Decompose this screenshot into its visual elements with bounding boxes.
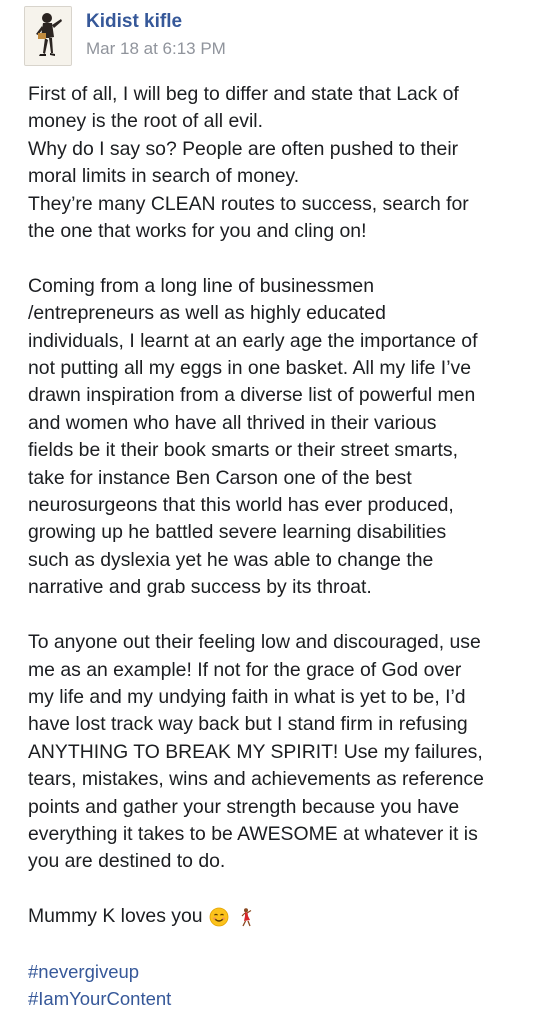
text-line: drawn inspiration from a diverse list of… <box>28 384 476 407</box>
signoff-line: Mummy K loves you <box>28 903 544 930</box>
signoff-text: Mummy K loves you <box>28 905 203 928</box>
author-name[interactable]: Kidist kifle <box>86 10 226 34</box>
text-line: such as dyslexia yet he was able to chan… <box>28 548 434 571</box>
text-line: growing up he battled severe learning di… <box>28 521 447 544</box>
text-line: /entrepreneurs as well as highly educate… <box>28 302 386 325</box>
paragraph-1: First of all, I will beg to differ and s… <box>28 81 544 245</box>
text-line: narrative and grab success by its throat… <box>28 576 372 599</box>
text-line: neurosurgeons that this world has ever p… <box>28 494 454 517</box>
text-line: money is the root of all evil. <box>28 110 263 133</box>
text-line: points and gather your strength because … <box>28 795 460 818</box>
post-header: Kidist kifle Mar 18 at 6:13 PM <box>24 0 544 76</box>
post-meta: Kidist kifle Mar 18 at 6:13 PM <box>86 6 226 61</box>
text-line: First of all, I will beg to differ and s… <box>28 83 459 105</box>
hashtag-list: #nevergiveup #IamYourContent <box>28 958 544 1012</box>
text-line: moral limits in search of money. <box>28 165 300 188</box>
text-line: have lost track way back but I stand fir… <box>28 713 468 736</box>
post-timestamp[interactable]: Mar 18 at 6:13 PM <box>86 37 226 61</box>
text-line: everything it takes to be AWESOME at wha… <box>28 822 478 845</box>
text-line: and women who have all thrived in their … <box>28 411 437 434</box>
text-line: To anyone out their feeling low and disc… <box>28 631 481 654</box>
text-line: fields be it their book smarts or their … <box>28 439 458 462</box>
text-line: take for instance Ben Carson one of the … <box>28 466 412 489</box>
text-line: ANYTHING TO BREAK MY SPIRIT! Use my fail… <box>28 740 483 763</box>
text-line: my life and my undying faith in what is … <box>28 685 466 708</box>
text-line: the one that works for you and cling on! <box>28 220 367 243</box>
dancer-icon <box>241 908 251 927</box>
smiling-face-icon <box>209 907 228 927</box>
text-line: individuals, I learnt at an early age th… <box>28 329 478 352</box>
post-body: First of all, I will beg to differ and s… <box>28 81 544 1012</box>
hashtag-link[interactable]: #IamYourContent <box>28 985 544 1012</box>
text-line: Why do I say so? People are often pushed… <box>28 137 459 160</box>
post-card: Kidist kifle Mar 18 at 6:13 PM First of … <box>0 0 558 1024</box>
text-line: They’re many CLEAN routes to success, se… <box>28 192 469 215</box>
text-line: you are destined to do. <box>28 850 226 873</box>
paragraph-3: To anyone out their feeling low and disc… <box>28 629 544 876</box>
text-line: me as an example! If not for the grace o… <box>28 658 462 681</box>
text-line: tears, mistakes, wins and achievements a… <box>28 768 484 791</box>
paragraph-2: Coming from a long line of businessmen /… <box>28 273 544 602</box>
text-line: Coming from a long line of businessmen <box>28 274 374 297</box>
avatar[interactable] <box>24 6 72 66</box>
person-silhouette-icon <box>25 7 71 65</box>
hashtag-link[interactable]: #nevergiveup <box>28 958 544 985</box>
text-line: not putting all my eggs in one basket. A… <box>28 357 471 380</box>
